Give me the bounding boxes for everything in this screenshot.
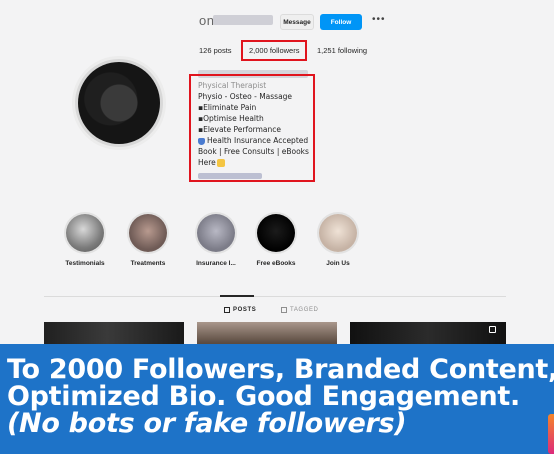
posts-count[interactable]: 126 posts — [199, 46, 232, 55]
highlight-free-ebooks[interactable]: Free eBooks — [248, 214, 304, 267]
multi-photo-icon — [489, 326, 496, 333]
highlight-label: Insurance I... — [196, 260, 236, 267]
grid-icon — [224, 307, 230, 313]
followers-highlight-box — [241, 40, 307, 61]
instagram-profile-page: on Message Follow ••• 126 posts 2,000 fo… — [0, 0, 554, 454]
banner-text: To 2000 Followers, Branded Content, Opti… — [7, 354, 554, 439]
highlight-insurance[interactable]: Insurance I... — [188, 214, 244, 267]
active-tab-indicator — [220, 295, 254, 297]
following-count[interactable]: 1,251 following — [317, 46, 367, 55]
banner-line: Optimized Bio. Good Engagement. — [7, 381, 520, 412]
message-button[interactable]: Message — [280, 14, 314, 30]
tab-label: POSTS — [233, 307, 257, 313]
highlight-cover — [66, 214, 104, 252]
highlight-cover — [319, 214, 357, 252]
banner-line: (No bots or fake followers) — [7, 408, 407, 439]
highlight-cover — [197, 214, 235, 252]
tabs-divider — [44, 296, 506, 297]
bio-link-redacted[interactable] — [198, 173, 262, 179]
instagram-logo-corner — [548, 414, 554, 454]
tag-icon — [281, 307, 287, 313]
highlight-label: Free eBooks — [256, 260, 296, 267]
avatar-image — [78, 62, 160, 144]
promo-banner: To 2000 Followers, Branded Content, Opti… — [0, 344, 554, 454]
highlight-label: Join Us — [326, 260, 350, 267]
highlight-cover — [257, 214, 295, 252]
highlight-label: Testimonials — [65, 260, 105, 267]
highlight-cover — [129, 214, 167, 252]
highlight-testimonials[interactable]: Testimonials — [57, 214, 113, 267]
profile-avatar[interactable] — [78, 62, 160, 144]
tab-posts[interactable]: POSTS — [224, 307, 256, 313]
banner-line: To 2000 Followers, Branded Content, — [7, 354, 554, 385]
more-options-icon[interactable]: ••• — [372, 14, 386, 25]
bio-highlight-box — [189, 74, 315, 182]
follow-button[interactable]: Follow — [320, 14, 362, 30]
highlight-label: Treatments — [130, 260, 166, 267]
username-redacted — [213, 15, 273, 25]
tab-label: TAGGED — [290, 307, 319, 313]
highlight-join-us[interactable]: Join Us — [310, 214, 366, 267]
highlight-treatments[interactable]: Treatments — [120, 214, 176, 267]
tab-tagged[interactable]: TAGGED — [281, 307, 319, 313]
